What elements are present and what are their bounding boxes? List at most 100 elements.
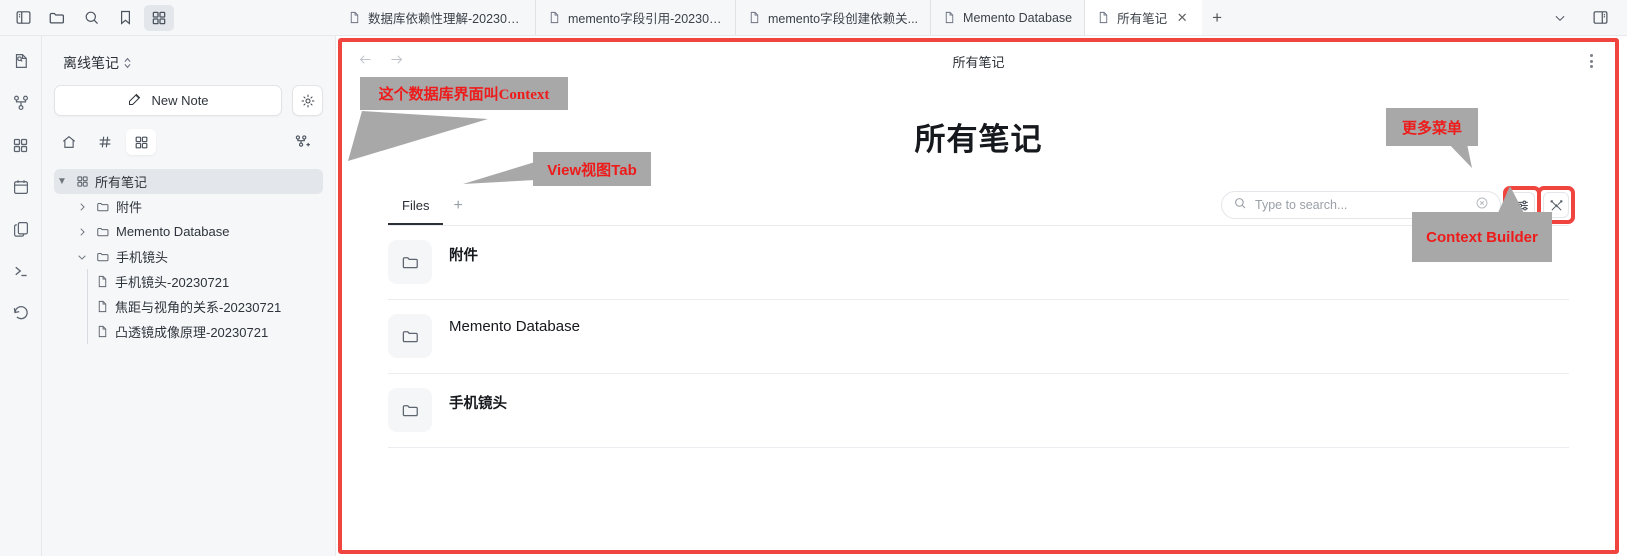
history-icon[interactable] bbox=[9, 302, 33, 324]
vertical-dots-icon[interactable] bbox=[1590, 54, 1593, 68]
file-icon bbox=[748, 11, 761, 24]
sidebar: 离线笔记 New Note ▼ 所有笔记 附件 Memento Database… bbox=[42, 36, 336, 556]
database-tree: ▼ 所有笔记 附件 Memento Database 手机镜头 手机镜头-202… bbox=[54, 163, 323, 344]
chevron-right-icon[interactable] bbox=[74, 202, 90, 212]
terminal-icon[interactable] bbox=[9, 260, 33, 282]
tab-files[interactable]: Files bbox=[388, 198, 444, 225]
folder-icon bbox=[388, 240, 432, 284]
tab-label: 所有笔记 bbox=[1117, 12, 1168, 26]
file-icon bbox=[943, 11, 956, 24]
file-search-icon[interactable] bbox=[9, 50, 33, 72]
file-icon bbox=[96, 300, 109, 313]
tab-item[interactable]: memento字段创建依赖关... bbox=[736, 0, 932, 35]
calendar-icon[interactable] bbox=[9, 176, 33, 198]
folder-icon bbox=[96, 200, 110, 214]
body: 离线笔记 New Note ▼ 所有笔记 附件 Memento Database… bbox=[0, 36, 1627, 556]
tree-item-all-notes[interactable]: ▼ 所有笔记 bbox=[54, 169, 323, 194]
tree-item-memento-database[interactable]: Memento Database bbox=[54, 219, 323, 244]
tree-item-label: 焦距与视角的关系-20230721 bbox=[115, 300, 282, 315]
annotation-more-menu: 更多菜单 bbox=[1386, 108, 1478, 168]
tab-item[interactable]: memento字段引用-202306... bbox=[536, 0, 736, 35]
document-title: 所有笔记 bbox=[952, 54, 1005, 70]
chevron-right-icon[interactable] bbox=[74, 227, 90, 237]
tab-label: 数据库依赖性理解-20230626 bbox=[368, 12, 523, 26]
sidebar-segment-home[interactable] bbox=[54, 129, 84, 155]
app-window: 数据库依赖性理解-20230626 memento字段引用-202306... … bbox=[0, 0, 1627, 556]
add-group-icon[interactable] bbox=[287, 129, 317, 155]
file-icon bbox=[96, 275, 109, 288]
folder-icon bbox=[388, 388, 432, 432]
tree-item-label: 所有笔记 bbox=[95, 175, 148, 190]
annotation-pointer bbox=[1498, 186, 1524, 213]
tree-item-label: 凸透镜成像原理-20230721 bbox=[115, 325, 269, 340]
grid-icon[interactable] bbox=[144, 4, 174, 31]
tab-strip: 数据库依赖性理解-20230626 memento字段引用-202306... … bbox=[336, 0, 1533, 35]
row-name: 附件 bbox=[449, 248, 478, 264]
tab-label: memento字段创建依赖关... bbox=[768, 12, 919, 26]
new-note-row: New Note bbox=[54, 83, 323, 116]
tree-item-attachments[interactable]: 附件 bbox=[54, 194, 323, 219]
tree-item-phone-lens[interactable]: 手机镜头 bbox=[54, 244, 323, 269]
row-name: Memento Database bbox=[449, 318, 580, 335]
annotation-view-tab: View视图Tab bbox=[463, 152, 651, 186]
tab-item[interactable]: 数据库依赖性理解-20230626 bbox=[336, 0, 536, 35]
add-view-button[interactable]: + bbox=[443, 197, 472, 225]
vault-switcher[interactable]: 离线笔记 bbox=[54, 36, 323, 83]
blocks-icon[interactable] bbox=[9, 134, 33, 156]
chevron-down-icon[interactable] bbox=[1545, 5, 1575, 31]
search-icon[interactable] bbox=[76, 5, 106, 31]
folder-icon bbox=[96, 250, 110, 264]
topbar-left-icons bbox=[0, 0, 336, 35]
new-note-button[interactable]: New Note bbox=[54, 85, 282, 116]
folder-icon bbox=[96, 225, 110, 239]
grid-icon bbox=[76, 175, 89, 188]
tab-label: memento字段引用-202306... bbox=[568, 12, 723, 26]
table-row[interactable]: Memento Database bbox=[388, 300, 1569, 374]
annotation-pointer bbox=[463, 162, 535, 184]
table-row[interactable]: 手机镜头 bbox=[388, 374, 1569, 448]
tab-item-active[interactable]: 所有笔记 ✕ bbox=[1085, 0, 1203, 35]
tree-item-label: 附件 bbox=[116, 200, 143, 215]
annotation-context: 这个数据库界面叫Context bbox=[348, 77, 568, 161]
tree-item-note[interactable]: 凸透镜成像原理-20230721 bbox=[54, 319, 323, 344]
table-row[interactable]: 附件 bbox=[388, 226, 1569, 300]
copy-files-icon[interactable] bbox=[9, 218, 33, 240]
graph-icon[interactable] bbox=[9, 92, 33, 114]
tree-item-note[interactable]: 焦距与视角的关系-20230721 bbox=[54, 294, 323, 319]
chevron-updown-icon bbox=[123, 56, 132, 70]
row-name: 手机镜头 bbox=[449, 396, 507, 412]
folder-icon[interactable] bbox=[42, 5, 72, 31]
tree-item-note[interactable]: 手机镜头-20230721 bbox=[54, 269, 323, 294]
vault-name: 离线笔记 bbox=[63, 55, 119, 71]
file-icon bbox=[96, 325, 109, 338]
tree-item-label: 手机镜头-20230721 bbox=[115, 275, 230, 290]
tree-guide-line bbox=[87, 294, 88, 319]
file-icon bbox=[548, 11, 561, 24]
search-icon bbox=[1233, 196, 1247, 215]
folder-icon bbox=[388, 314, 432, 358]
bookmark-icon[interactable] bbox=[110, 5, 140, 31]
file-icon bbox=[1097, 11, 1110, 24]
toggle-sidebar-icon[interactable] bbox=[8, 5, 38, 31]
new-tab-button[interactable]: + bbox=[1202, 0, 1232, 35]
search-placeholder: Type to search... bbox=[1255, 198, 1348, 212]
segment-row bbox=[54, 116, 323, 163]
tab-item[interactable]: Memento Database bbox=[931, 0, 1086, 35]
sidebar-segment-tags[interactable] bbox=[90, 129, 120, 155]
annotation-context-builder: Context Builder bbox=[1412, 186, 1552, 262]
tab-label: Memento Database bbox=[963, 10, 1073, 25]
layout-right-icon[interactable] bbox=[1585, 5, 1615, 31]
icon-rail bbox=[0, 36, 42, 556]
sun-icon[interactable] bbox=[292, 85, 323, 116]
tree-item-label: Memento Database bbox=[116, 224, 230, 239]
top-bar: 数据库依赖性理解-20230626 memento字段引用-202306... … bbox=[0, 0, 1627, 36]
tree-guide-line bbox=[87, 269, 88, 294]
sidebar-segment-databases[interactable] bbox=[126, 129, 156, 155]
chevron-down-icon[interactable]: ▼ bbox=[54, 176, 70, 187]
close-icon[interactable]: ✕ bbox=[1174, 10, 1190, 26]
tree-item-label: 手机镜头 bbox=[116, 250, 169, 265]
file-icon bbox=[348, 11, 361, 24]
pencil-icon bbox=[127, 92, 142, 110]
topbar-right-icons bbox=[1533, 0, 1627, 35]
chevron-down-icon[interactable] bbox=[74, 252, 90, 262]
